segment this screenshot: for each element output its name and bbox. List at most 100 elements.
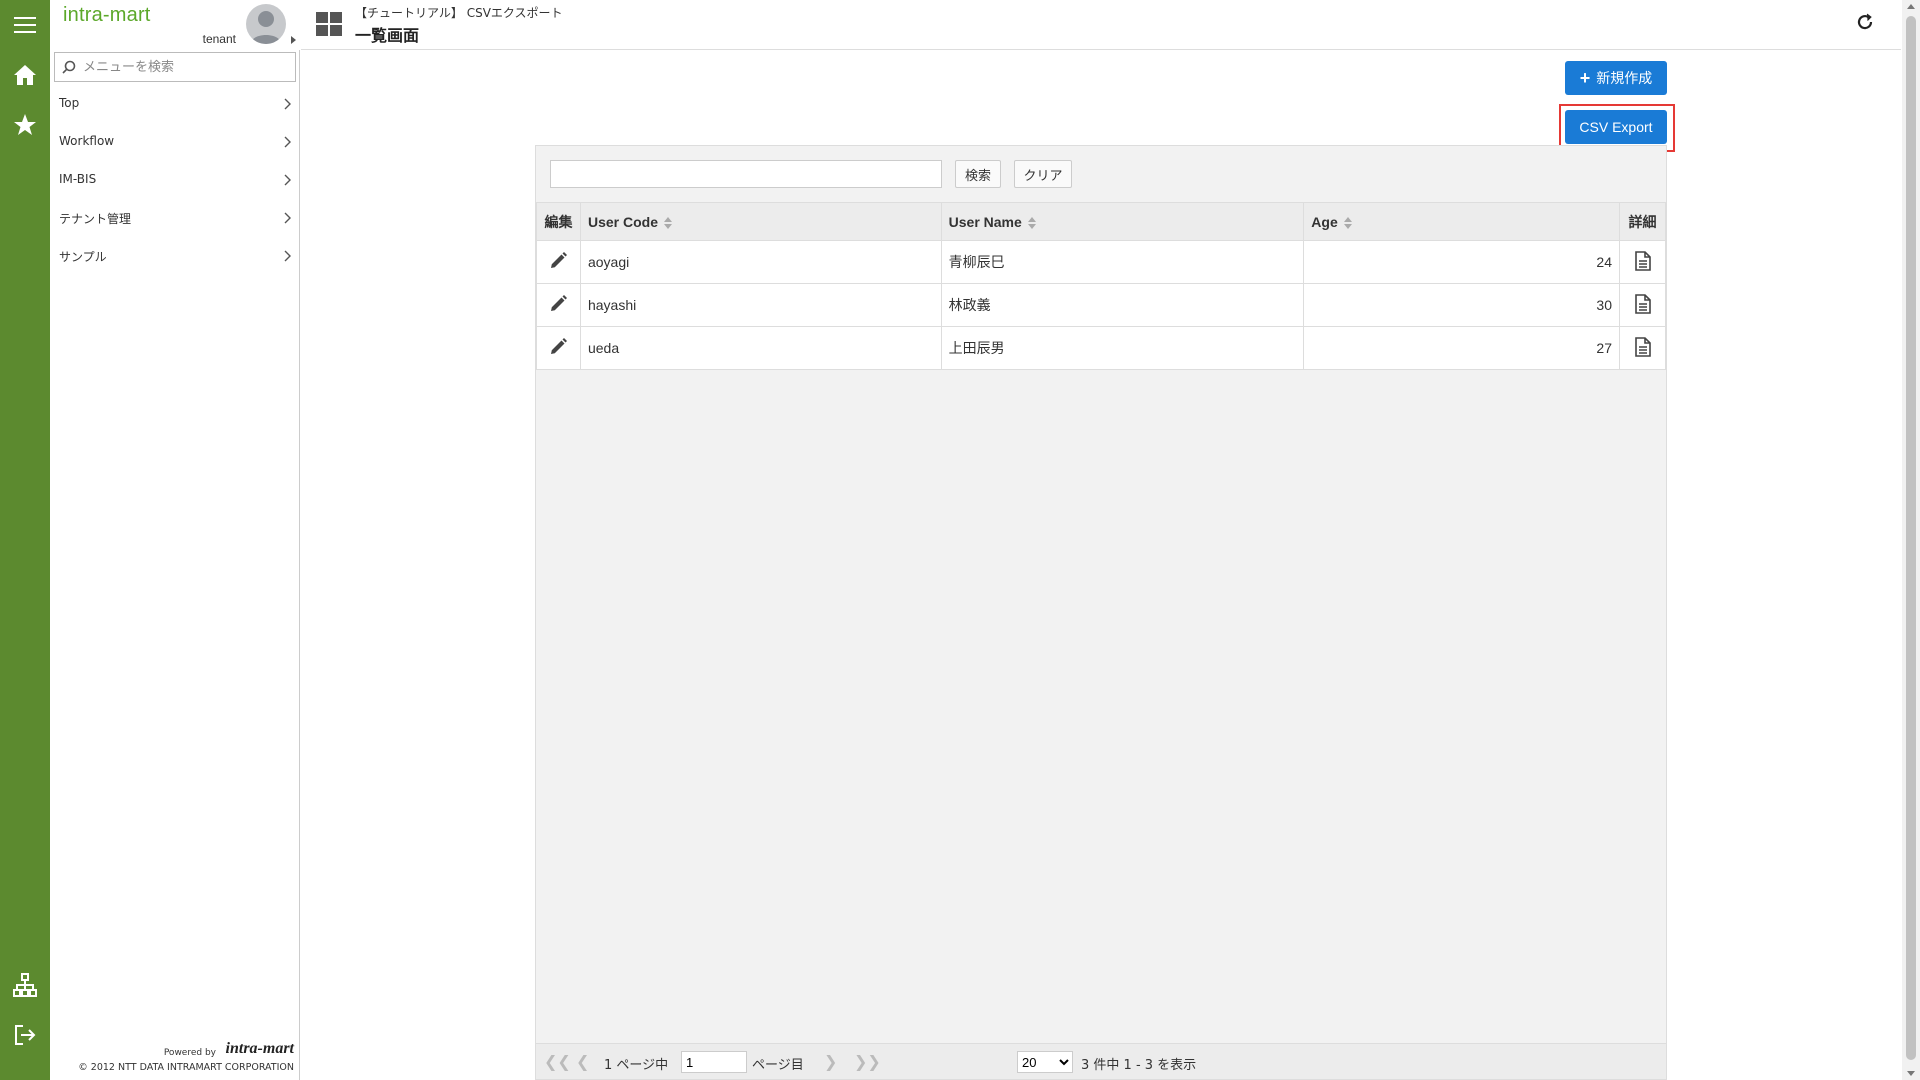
sidebar-item-label: テナント管理 — [59, 212, 132, 226]
hamburger-icon — [14, 17, 36, 33]
users-table: 編集 User Code User Name Age 詳細 aoyagi 青柳辰… — [536, 202, 1666, 370]
scroll-up-arrow-icon[interactable] — [1907, 4, 1915, 9]
pencil-icon[interactable] — [548, 294, 568, 314]
sidebar: intra-mart tenant Top Workflow IM-BIS テナ… — [50, 0, 300, 1080]
user-name-cell: 林政義 — [940, 283, 1305, 327]
page-size-select[interactable]: 20 — [1017, 1051, 1073, 1073]
sort-icon[interactable] — [664, 216, 672, 229]
document-icon[interactable] — [1634, 336, 1651, 357]
page-header: 【チュートリアル】 CSVエクスポート 一覧画面 — [301, 0, 1901, 50]
plus-icon: + — [1579, 68, 1591, 88]
chevron-right-icon — [284, 98, 291, 110]
page-count-label: 1 ページ中 — [604, 1058, 669, 1073]
column-header-label: User Name — [948, 213, 1022, 230]
search-icon — [62, 60, 76, 74]
last-page-icon[interactable]: ❯❯ — [854, 1054, 881, 1070]
search-row: 検索 クリア — [536, 146, 1666, 202]
breadcrumb: 【チュートリアル】 CSVエクスポート — [355, 6, 563, 20]
page-suffix-label: ページ目 — [752, 1058, 804, 1073]
detail-cell — [1619, 240, 1666, 284]
copyright-text: © 2012 NTT DATA INTRAMART CORPORATION — [78, 1062, 294, 1073]
sort-icon[interactable] — [1027, 216, 1036, 229]
age-cell: 24 — [1303, 240, 1620, 284]
detail-cell — [1619, 326, 1666, 370]
hamburger-menu-button[interactable] — [0, 0, 50, 50]
star-icon — [14, 114, 36, 135]
sidebar-item-tenant-admin[interactable]: テナント管理 — [50, 199, 300, 237]
home-button[interactable] — [0, 50, 50, 100]
detail-cell — [1619, 283, 1666, 327]
powered-by-label: Powered by — [163, 1048, 216, 1058]
icon-rail — [0, 0, 50, 1080]
brand-logo: intra-mart — [63, 4, 151, 26]
new-button-label: 新規作成 — [1596, 70, 1653, 86]
user-code-cell: hayashi — [579, 283, 942, 327]
table-row: hayashi 林政義 30 — [536, 283, 1666, 327]
table-header-row: 編集 User Code User Name Age 詳細 — [536, 202, 1666, 241]
pencil-icon[interactable] — [548, 337, 568, 357]
logout-icon — [15, 1025, 36, 1045]
sidebar-item-label: サンプル — [59, 250, 107, 264]
menu-search — [54, 52, 296, 82]
user-name-cell: 上田辰男 — [940, 326, 1305, 370]
scroll-down-arrow-icon[interactable] — [1907, 1071, 1915, 1076]
logout-button[interactable] — [0, 1010, 50, 1060]
sidebar-item-im-bis[interactable]: IM-BIS — [50, 161, 300, 199]
page-number-input[interactable] — [681, 1051, 747, 1073]
sidebar-item-workflow[interactable]: Workflow — [50, 123, 300, 161]
document-icon[interactable] — [1634, 293, 1651, 314]
reload-icon[interactable] — [1855, 12, 1875, 32]
pencil-icon[interactable] — [548, 251, 568, 271]
user-menu-caret-icon[interactable] — [291, 36, 296, 44]
grid-icon[interactable] — [316, 12, 342, 36]
search-button[interactable]: 検索 — [955, 160, 1001, 188]
pager: ❮❮ ❮ 1 ページ中 ページ目 ❯ ❯❯ 20 3 件中 1 - 3 を表示 — [536, 1043, 1666, 1079]
csv-export-button[interactable]: CSV Export — [1565, 110, 1667, 144]
table-row: ueda 上田辰男 27 — [536, 326, 1666, 370]
sitemap-button[interactable] — [0, 960, 50, 1010]
chevron-right-icon — [284, 136, 291, 148]
sort-icon[interactable] — [1343, 216, 1352, 229]
avatar[interactable] — [246, 4, 286, 44]
user-name-cell: 青柳辰巳 — [940, 240, 1305, 284]
column-header-label: User Code — [587, 213, 658, 230]
sidebar-item-top[interactable]: Top — [50, 85, 300, 123]
user-code-cell: ueda — [579, 326, 942, 370]
chevron-right-icon — [284, 250, 291, 262]
menu-search-input[interactable] — [83, 55, 288, 79]
column-header-edit: 編集 — [536, 202, 581, 241]
column-header-label: Age — [1311, 213, 1338, 230]
tenant-label: tenant — [202, 32, 236, 46]
scroll-thumb[interactable] — [1906, 16, 1916, 1060]
age-cell: 30 — [1303, 283, 1620, 327]
prev-page-icon[interactable]: ❮ — [576, 1054, 589, 1070]
user-grid-panel: 検索 クリア 編集 User Code User Name Age 詳細 aoy… — [535, 145, 1667, 1080]
table-row: aoyagi 青柳辰巳 24 — [536, 240, 1666, 284]
edit-cell — [536, 240, 581, 284]
result-summary: 3 件中 1 - 3 を表示 — [1081, 1058, 1197, 1073]
new-button[interactable]: + 新規作成 — [1565, 61, 1667, 95]
sidebar-item-sample[interactable]: サンプル — [50, 237, 300, 275]
favorites-button[interactable] — [0, 100, 50, 150]
clear-button[interactable]: クリア — [1014, 160, 1072, 188]
next-page-icon[interactable]: ❯ — [824, 1054, 837, 1070]
search-input[interactable] — [550, 160, 942, 188]
sidebar-item-label: Top — [59, 96, 80, 110]
document-icon[interactable] — [1634, 250, 1651, 271]
user-code-cell: aoyagi — [579, 240, 942, 284]
chevron-right-icon — [284, 174, 291, 186]
intra-mart-logo: intra-mart — [225, 1040, 294, 1057]
first-page-icon[interactable]: ❮❮ — [544, 1054, 571, 1070]
page-scrollbar[interactable] — [1902, 0, 1920, 1080]
user-avatar-icon — [251, 11, 281, 44]
column-header-user-code[interactable]: User Code — [579, 202, 942, 241]
column-header-user-name[interactable]: User Name — [940, 202, 1305, 241]
sidebar-item-label: IM-BIS — [59, 172, 97, 186]
edit-cell — [536, 283, 581, 327]
sidebar-item-label: Workflow — [59, 134, 115, 148]
column-header-age[interactable]: Age — [1303, 202, 1620, 241]
edit-cell — [536, 326, 581, 370]
age-cell: 27 — [1303, 326, 1620, 370]
sitemap-icon — [13, 973, 37, 997]
home-icon — [14, 65, 36, 85]
